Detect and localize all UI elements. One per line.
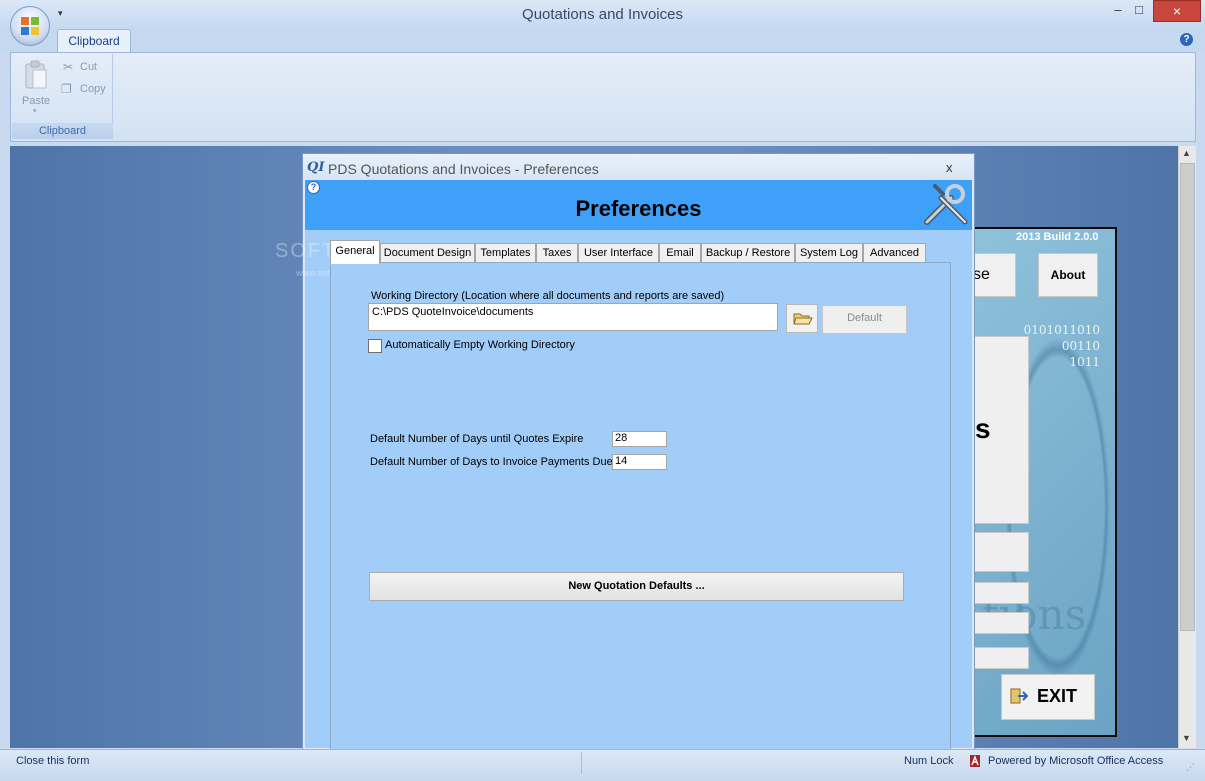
- tab-system-log[interactable]: System Log: [795, 243, 863, 263]
- folder-open-icon: [793, 313, 813, 325]
- clipboard-group-label: Clipboard: [12, 123, 113, 139]
- ribbon-panel: [10, 52, 1196, 142]
- app-logo-icon: QI: [307, 160, 325, 175]
- copy-icon: ❐: [61, 82, 72, 96]
- scroll-down-icon[interactable]: ▼: [1178, 733, 1195, 747]
- tab-document-design[interactable]: Document Design: [380, 243, 475, 263]
- scissors-icon: ✂: [63, 60, 74, 74]
- window-close-button[interactable]: ×: [1153, 0, 1201, 22]
- working-directory-field[interactable]: C:\PDS QuoteInvoice\documents: [368, 303, 778, 331]
- close-button-partial[interactable]: se: [972, 253, 1016, 297]
- auto-empty-label: Automatically Empty Working Directory: [385, 339, 575, 351]
- tab-general[interactable]: General: [330, 240, 380, 264]
- copy-button[interactable]: Copy: [80, 83, 106, 95]
- paste-dropdown-icon[interactable]: ▾: [33, 107, 37, 115]
- quote-expire-label: Default Number of Days until Quotes Expi…: [370, 433, 584, 445]
- maximize-button[interactable]: □: [1126, 2, 1152, 20]
- tab-advanced[interactable]: Advanced: [863, 243, 926, 263]
- quote-expire-input[interactable]: 28: [612, 431, 667, 447]
- powered-by-text: Powered by Microsoft Office Access: [988, 755, 1164, 767]
- tab-page-general: [330, 262, 951, 749]
- menu-button[interactable]: [972, 647, 1029, 669]
- tools-icon: [924, 184, 968, 225]
- help-icon[interactable]: ?: [1180, 33, 1193, 46]
- status-text: Close this form: [16, 755, 90, 767]
- menu-button[interactable]: [972, 612, 1029, 634]
- tab-user-interface[interactable]: User Interface: [578, 243, 659, 263]
- invoice-due-label: Default Number of Days to Invoice Paymen…: [370, 456, 613, 468]
- new-quotation-defaults-button[interactable]: New Quotation Defaults ...: [369, 572, 904, 601]
- invoice-due-input[interactable]: 14: [612, 454, 667, 470]
- dialog-heading: Preferences: [575, 196, 702, 221]
- dialog-help-icon[interactable]: ?: [307, 181, 320, 194]
- office-logo-icon: [21, 17, 39, 35]
- title-panel-text: s: [975, 413, 991, 444]
- tab-email[interactable]: Email: [659, 243, 701, 263]
- menu-button[interactable]: [972, 532, 1029, 572]
- resize-grip-icon[interactable]: ⋰: [1186, 762, 1198, 774]
- ribbon-tab-strip: [0, 30, 1205, 52]
- build-label: 2013 Build 2.0.0: [1016, 231, 1099, 243]
- paste-icon[interactable]: [24, 60, 48, 90]
- paste-button[interactable]: Paste: [22, 95, 50, 107]
- browse-folder-button[interactable]: [786, 304, 818, 333]
- ribbon-tab-clipboard[interactable]: Clipboard: [57, 29, 131, 52]
- scrollbar-thumb[interactable]: [1180, 163, 1195, 631]
- app-title: Quotations and Invoices: [522, 6, 683, 23]
- watermark: SOFT: [275, 240, 337, 262]
- working-directory-label: Working Directory (Location where all do…: [371, 290, 725, 302]
- auto-empty-checkbox[interactable]: [368, 339, 382, 353]
- status-divider: [581, 752, 582, 774]
- exit-label: EXIT: [1037, 686, 1078, 706]
- tab-backup-restore[interactable]: Backup / Restore: [701, 243, 795, 263]
- office-button[interactable]: [10, 6, 50, 46]
- numlock-indicator: Num Lock: [904, 755, 954, 767]
- default-button[interactable]: Default: [822, 305, 907, 334]
- menu-button[interactable]: [972, 582, 1029, 604]
- scroll-up-icon[interactable]: ▲: [1178, 148, 1195, 162]
- dialog-close-button[interactable]: x: [946, 160, 953, 175]
- about-button[interactable]: About: [1038, 253, 1098, 297]
- tab-templates[interactable]: Templates: [475, 243, 536, 263]
- cut-button[interactable]: Cut: [80, 61, 97, 73]
- dialog-title: PDS Quotations and Invoices - Preference…: [328, 161, 599, 177]
- tab-taxes[interactable]: Taxes: [536, 243, 578, 263]
- exit-door-icon: [1010, 688, 1028, 704]
- access-logo-icon: [970, 755, 980, 767]
